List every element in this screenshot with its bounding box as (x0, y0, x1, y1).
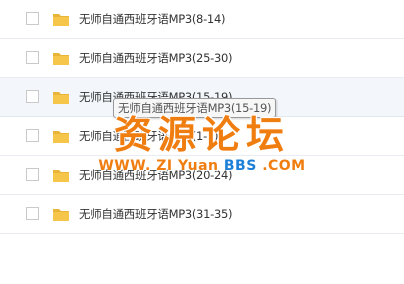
file-name[interactable]: 无师自通西班牙语MP3(31-35) (79, 206, 232, 222)
folder-icon (53, 131, 69, 143)
row-checkbox[interactable] (26, 168, 39, 181)
file-name[interactable]: 无师自通西班牙语MP3(8-14) (79, 11, 225, 27)
file-row[interactable]: 无师自通西班牙语MP3(8-14) (0, 0, 404, 39)
folder-icon (53, 14, 69, 26)
folder-icon (53, 53, 69, 65)
file-row[interactable]: 无师自通西班牙语MP3(1-7) (0, 117, 404, 156)
row-checkbox[interactable] (26, 207, 39, 220)
file-name[interactable]: 无师自通西班牙语MP3(25-30) (79, 50, 232, 66)
file-row[interactable]: 无师自通西班牙语MP3(25-30) (0, 39, 404, 78)
filename-tooltip: 无师自通西班牙语MP3(15-19) (113, 98, 277, 118)
row-checkbox[interactable] (26, 12, 39, 25)
folder-icon (53, 92, 69, 104)
folder-icon (53, 170, 69, 182)
row-checkbox[interactable] (26, 51, 39, 64)
file-name[interactable]: 无师自通西班牙语MP3(20-24) (79, 167, 232, 183)
row-checkbox[interactable] (26, 90, 39, 103)
row-checkbox[interactable] (26, 129, 39, 142)
file-row[interactable]: 无师自通西班牙语MP3(31-35) (0, 195, 404, 234)
file-name[interactable]: 无师自通西班牙语MP3(1-7) (79, 128, 218, 144)
folder-icon (53, 209, 69, 221)
file-row[interactable]: 无师自通西班牙语MP3(20-24) (0, 156, 404, 195)
